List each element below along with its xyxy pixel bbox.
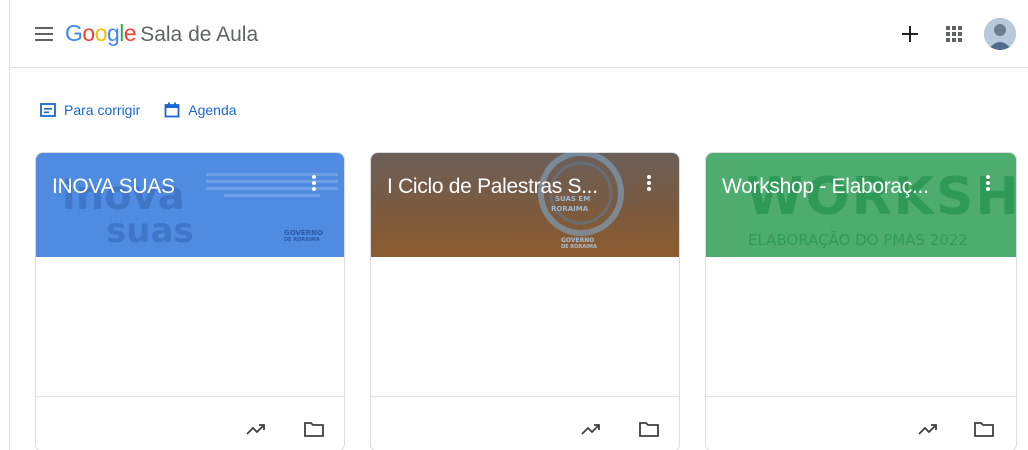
folder-icon[interactable] <box>972 417 996 441</box>
more-vert-icon[interactable] <box>304 171 324 195</box>
user-avatar[interactable] <box>984 18 1016 50</box>
class-card-title[interactable]: Workshop - Elaboraç... <box>722 175 929 199</box>
to-review-link[interactable]: Para corrigir <box>40 102 140 118</box>
trending-up-icon[interactable] <box>579 417 603 441</box>
class-card-banner[interactable]: inova suas GOVERNO DE RORAIMA INOVA SUAS <box>36 153 344 257</box>
class-card-footer <box>36 397 344 450</box>
hamburger-menu-icon[interactable] <box>30 22 58 46</box>
class-card[interactable]: SUAS EM RORAIMA GOVERNO DE RORAIMA I Cic… <box>370 152 680 450</box>
class-card-footer <box>706 397 1016 450</box>
class-card-footer <box>371 397 679 450</box>
folder-icon[interactable] <box>637 417 661 441</box>
more-vert-icon[interactable] <box>978 171 998 195</box>
calendar-label: Agenda <box>188 102 237 118</box>
top-app-bar: Google Sala de Aula <box>10 0 1028 68</box>
class-card[interactable]: WORKSHO ELABORAÇÃO DO PMAS 2022 Workshop… <box>705 152 1017 450</box>
more-vert-icon[interactable] <box>639 171 659 195</box>
class-card-body <box>371 257 679 397</box>
calendar-icon <box>164 102 180 118</box>
app-name: Sala de Aula <box>140 23 259 46</box>
calendar-link[interactable]: Agenda <box>164 102 237 118</box>
class-card-title[interactable]: I Ciclo de Palestras S... <box>387 175 598 199</box>
left-edge <box>0 0 10 450</box>
brand-logo[interactable]: Google Sala de Aula <box>65 20 258 48</box>
plus-icon[interactable] <box>892 16 928 52</box>
class-card[interactable]: inova suas GOVERNO DE RORAIMA INOVA SUAS <box>35 152 345 450</box>
class-card-banner[interactable]: WORKSHO ELABORAÇÃO DO PMAS 2022 Workshop… <box>706 153 1016 257</box>
banner-watermark: DE RORAIMA <box>561 244 597 250</box>
class-card-body <box>706 257 1016 397</box>
apps-grid-icon[interactable] <box>936 16 972 52</box>
trending-up-icon[interactable] <box>244 417 268 441</box>
quick-links: Para corrigir Agenda <box>40 100 261 120</box>
to-review-label: Para corrigir <box>64 102 141 118</box>
trending-up-icon[interactable] <box>916 417 940 441</box>
class-card-title[interactable]: INOVA SUAS <box>52 175 175 199</box>
banner-watermark: ELABORAÇÃO DO PMAS 2022 <box>748 231 968 249</box>
folder-icon[interactable] <box>302 417 326 441</box>
banner-watermark: DE RORAIMA <box>284 237 320 243</box>
class-card-body <box>36 257 344 397</box>
banner-watermark: suas <box>106 211 194 251</box>
inbox-tray-icon <box>40 103 56 117</box>
banner-watermark: GOVERNO <box>284 229 323 237</box>
google-wordmark: Google <box>65 20 137 46</box>
class-card-banner[interactable]: SUAS EM RORAIMA GOVERNO DE RORAIMA I Cic… <box>371 153 679 257</box>
